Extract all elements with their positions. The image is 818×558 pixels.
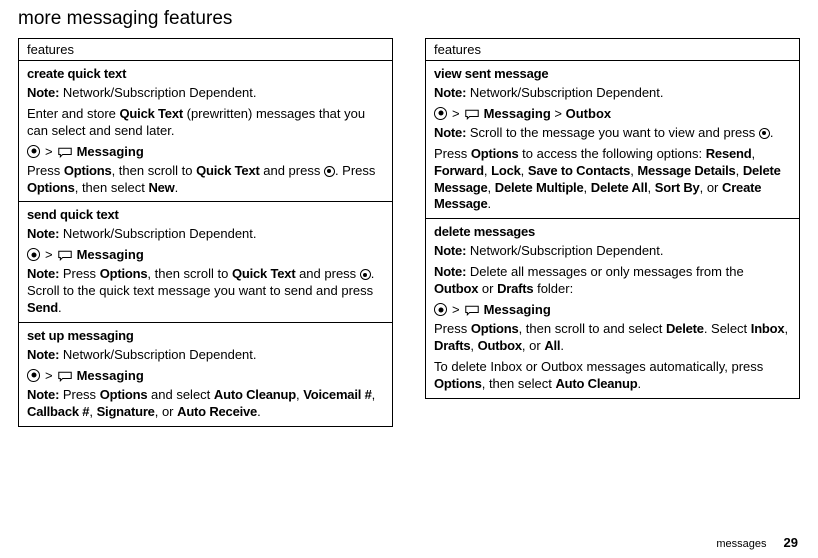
nav-separator: >: [45, 247, 53, 262]
nav-separator: >: [45, 144, 53, 159]
note-line: Note: Network/Subscription Dependent.: [27, 226, 384, 243]
center-key-icon: [324, 166, 335, 177]
nav-label: Messaging: [77, 144, 144, 159]
body-text: Enter and store Quick Text (prewritten) …: [27, 106, 384, 140]
body-text: Note: Scroll to the message you want to …: [434, 125, 791, 142]
center-key-icon: [27, 145, 40, 158]
page-number: 29: [784, 535, 798, 550]
nav-path: > Messaging > Outbox: [434, 106, 791, 121]
body-text: Note: Press Options, then scroll to Quic…: [27, 266, 384, 317]
nav-path: > Messaging: [27, 247, 384, 262]
nav-path: > Messaging: [27, 144, 384, 159]
section-send-quick-text: send quick text Note: Network/Subscripti…: [19, 202, 392, 323]
messaging-icon: [465, 302, 479, 317]
left-column: features create quick text Note: Network…: [18, 38, 393, 427]
table-header: features: [19, 39, 392, 61]
body-text: Press Options, then scroll to Quick Text…: [27, 163, 384, 197]
section-title: delete messages: [434, 224, 791, 239]
messaging-icon: [58, 247, 72, 262]
content-columns: features create quick text Note: Network…: [18, 38, 800, 427]
nav-separator: >: [452, 302, 460, 317]
nav-label: Messaging: [77, 247, 144, 262]
nav-separator: >: [45, 368, 53, 383]
body-text: Press Options to access the following op…: [434, 146, 791, 214]
body-text: To delete Inbox or Outbox messages autom…: [434, 359, 791, 393]
section-setup-messaging: set up messaging Note: Network/Subscript…: [19, 323, 392, 426]
nav-path: > Messaging: [27, 368, 384, 383]
section-title: send quick text: [27, 207, 384, 222]
body-text: Note: Press Options and select Auto Clea…: [27, 387, 384, 421]
section-title: set up messaging: [27, 328, 384, 343]
note-line: Note: Network/Subscription Dependent.: [434, 243, 791, 260]
center-key-icon: [27, 369, 40, 382]
note-line: Note: Network/Subscription Dependent.: [27, 347, 384, 364]
center-key-icon: [434, 303, 447, 316]
note-line: Note: Network/Subscription Dependent.: [27, 85, 384, 102]
features-table-right: features view sent message Note: Network…: [425, 38, 800, 399]
messaging-icon: [58, 144, 72, 159]
nav-path: > Messaging: [434, 302, 791, 317]
footer-section-label: messages: [716, 538, 766, 550]
section-title: view sent message: [434, 66, 791, 81]
center-key-icon: [27, 248, 40, 261]
nav-separator: >: [452, 106, 460, 121]
nav-label: Messaging: [77, 368, 144, 383]
section-title: create quick text: [27, 66, 384, 81]
messaging-icon: [465, 106, 479, 121]
body-text: Note: Delete all messages or only messag…: [434, 264, 791, 298]
table-header: features: [426, 39, 799, 61]
section-delete-messages: delete messages Note: Network/Subscripti…: [426, 219, 799, 397]
nav-label: Messaging: [484, 302, 551, 317]
section-view-sent: view sent message Note: Network/Subscrip…: [426, 61, 799, 219]
section-create-quick-text: create quick text Note: Network/Subscrip…: [19, 61, 392, 202]
messaging-icon: [58, 368, 72, 383]
body-text: Press Options, then scroll to and select…: [434, 321, 791, 355]
nav-label: Messaging > Outbox: [484, 106, 612, 121]
right-column: features view sent message Note: Network…: [425, 38, 800, 427]
center-key-icon: [759, 128, 770, 139]
features-table-left: features create quick text Note: Network…: [18, 38, 393, 427]
page-footer: messages 29: [716, 535, 798, 550]
center-key-icon: [434, 107, 447, 120]
center-key-icon: [360, 269, 371, 280]
page-title: more messaging features: [18, 8, 800, 30]
note-line: Note: Network/Subscription Dependent.: [434, 85, 791, 102]
